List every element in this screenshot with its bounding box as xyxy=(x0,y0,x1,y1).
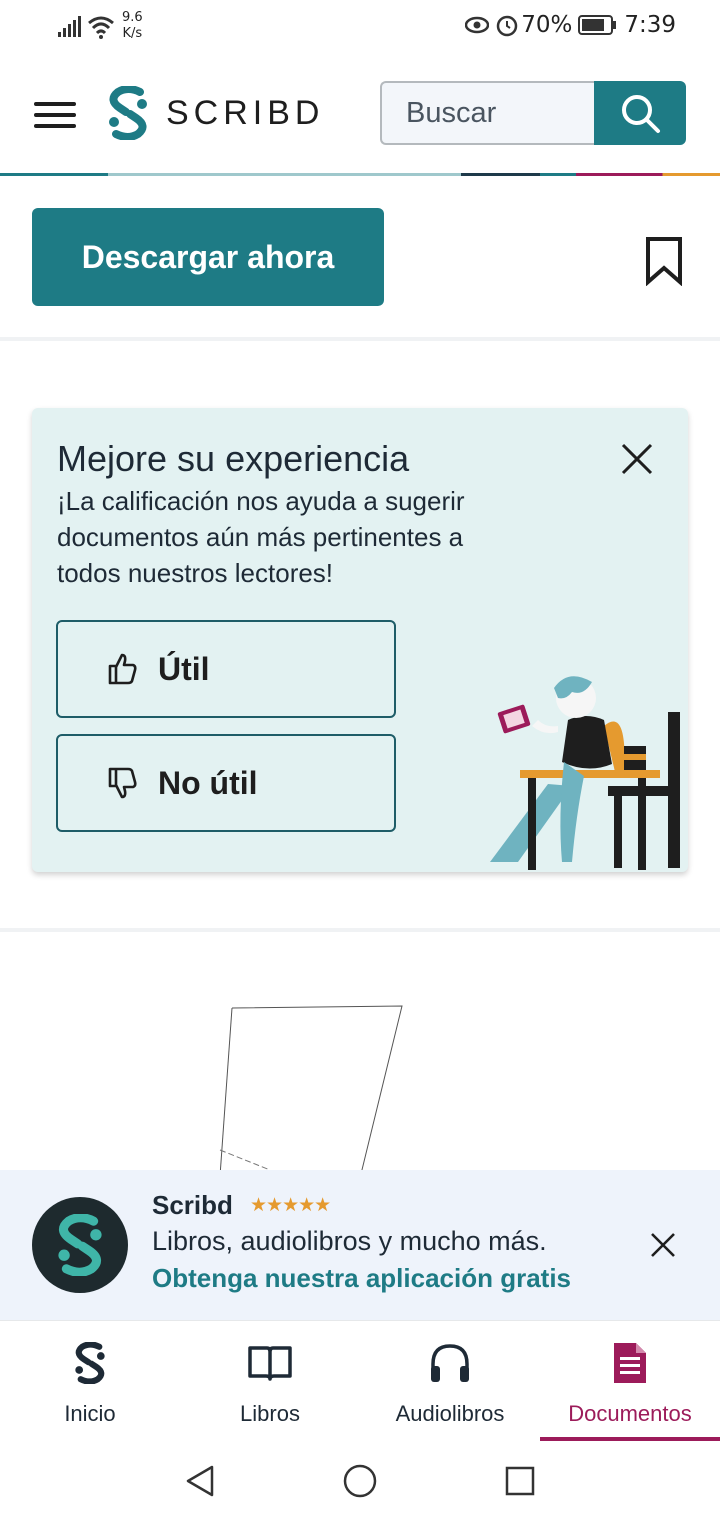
alarm-icon xyxy=(496,15,518,37)
document-page-preview[interactable] xyxy=(210,1000,420,1180)
book-icon xyxy=(248,1346,292,1381)
scribd-home-icon xyxy=(75,1342,105,1384)
not-useful-label: No útil xyxy=(158,764,258,801)
rating-card-description: ¡La calificación nos ayuda a sugerir doc… xyxy=(57,486,465,588)
battery-icon xyxy=(578,15,617,35)
scribd-logo[interactable]: SCRIBD xyxy=(106,86,324,140)
reading-person-illustration xyxy=(490,676,680,870)
nav-item-libros[interactable]: Libros xyxy=(180,1321,360,1441)
app-install-banner[interactable]: Scribd ★★★★★ Libros, audiolibros y mucho… xyxy=(0,1170,720,1320)
bottom-navigation: Inicio Libros Audiolibros Documentos xyxy=(0,1320,720,1442)
back-icon[interactable] xyxy=(184,1464,216,1498)
bookmark-icon[interactable] xyxy=(644,236,684,286)
scribd-app-logo-icon xyxy=(58,1214,102,1276)
app-name: Scribd xyxy=(152,1190,233,1220)
status-right: 70% 7:39 xyxy=(465,12,676,38)
thumbs-down-icon xyxy=(108,767,137,799)
useful-button[interactable]: Útil xyxy=(56,620,396,718)
active-tab-indicator xyxy=(540,1437,720,1441)
menu-icon[interactable] xyxy=(34,102,76,128)
search-button[interactable] xyxy=(594,81,686,145)
system-navigation-bar xyxy=(0,1442,720,1520)
wifi-icon xyxy=(88,16,114,39)
nav-label: Inicio xyxy=(64,1401,116,1426)
thumbs-up-icon xyxy=(108,653,137,685)
nav-label: Libros xyxy=(240,1401,300,1426)
headphones-icon xyxy=(431,1344,469,1382)
clock: 7:39 xyxy=(624,12,676,38)
useful-label: Útil xyxy=(158,650,210,687)
network-speed: 9.6 K/s xyxy=(122,10,143,41)
search-icon xyxy=(622,95,660,133)
get-app-link[interactable]: Obtenga nuestra aplicación gratis xyxy=(152,1263,571,1294)
logo-text: SCRIBD xyxy=(166,93,325,132)
close-banner-icon[interactable] xyxy=(650,1232,676,1258)
nav-label: Documentos xyxy=(568,1401,692,1426)
section-divider xyxy=(0,337,720,341)
rating-card-title: Mejore su experiencia xyxy=(57,438,410,479)
nav-item-inicio[interactable]: Inicio xyxy=(0,1321,180,1441)
section-divider xyxy=(0,928,720,932)
nav-label: Audiolibros xyxy=(395,1401,505,1426)
scribd-app-icon xyxy=(32,1197,128,1293)
rating-card: Mejore su experiencia ¡La calificación n… xyxy=(32,408,688,872)
eye-icon xyxy=(465,16,490,34)
battery-percent: 70% xyxy=(521,12,573,38)
scribd-logo-icon xyxy=(109,86,147,140)
app-description: Libros, audiolibros y mucho más. xyxy=(152,1226,547,1256)
app-header: SCRIBD Buscar xyxy=(0,58,720,176)
download-now-button[interactable]: Descargar ahora xyxy=(32,208,384,306)
search-bar: Buscar xyxy=(380,81,686,145)
search-input[interactable]: Buscar xyxy=(380,81,600,145)
close-icon[interactable] xyxy=(620,442,654,476)
recents-icon[interactable] xyxy=(504,1465,536,1497)
nav-item-audiolibros[interactable]: Audiolibros xyxy=(360,1321,540,1441)
rating-stars: ★★★★★ xyxy=(250,1195,331,1216)
document-icon xyxy=(614,1343,646,1383)
signal-icon xyxy=(58,16,81,37)
nav-item-documentos[interactable]: Documentos xyxy=(540,1321,720,1441)
status-bar: 9.6 K/s 70% 7:39 xyxy=(0,0,720,58)
not-useful-button[interactable]: No útil xyxy=(56,734,396,832)
home-icon[interactable] xyxy=(342,1463,378,1499)
header-divider xyxy=(0,173,720,176)
